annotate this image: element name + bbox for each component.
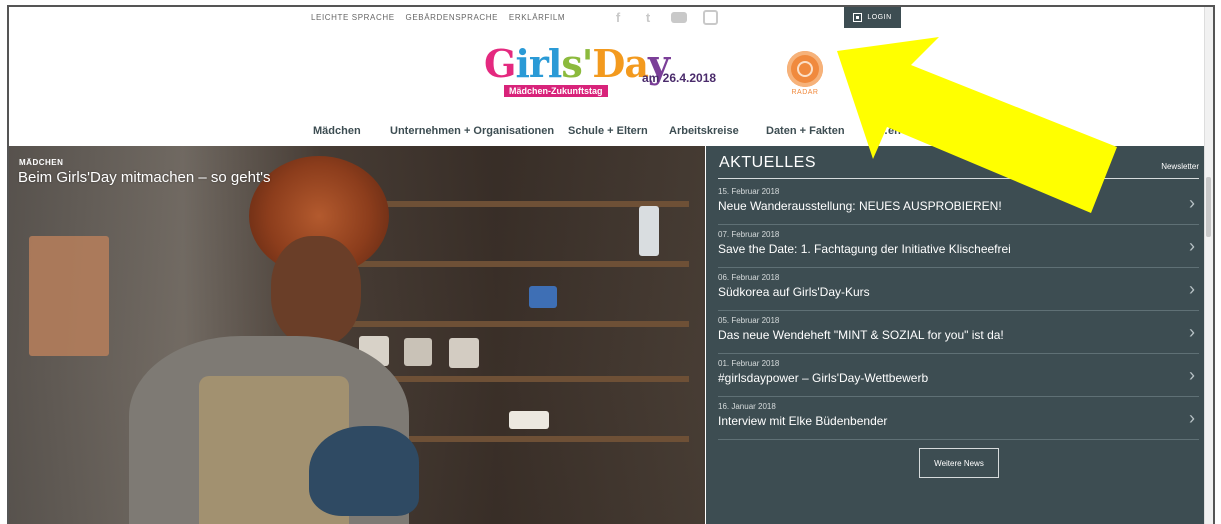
top-utility-bar: LEICHTE SPRACHE GEBÄRDENSPRACHE ERKLÄRFI… [9,7,1213,29]
chevron-right-icon: › [1189,279,1195,299]
chevron-right-icon: › [1189,236,1195,256]
facebook-icon[interactable]: f [611,10,625,25]
link-leichte-sprache[interactable]: LEICHTE SPRACHE [311,13,395,22]
nav-item-maedchen[interactable]: Mädchen [313,125,361,137]
news-item[interactable]: 05. Februar 2018 Das neue Wendeheft "MIN… [718,311,1199,354]
page-scrollbar[interactable] [1204,7,1213,524]
link-gebaerdensprache[interactable]: GEBÄRDENSPRACHE [406,13,499,22]
news-item[interactable]: 06. Februar 2018 Südkorea auf Girls'Day-… [718,268,1199,311]
news-item[interactable]: 07. Februar 2018 Save the Date: 1. Facht… [718,225,1199,268]
hero-category: MÄDCHEN [19,158,64,167]
twitter-icon[interactable]: t [641,10,655,25]
news-item[interactable]: 16. Januar 2018 Interview mit Elke Büden… [718,397,1199,440]
browser-viewport: LEICHTE SPRACHE GEBÄRDENSPRACHE ERKLÄRFI… [7,5,1215,524]
login-icon [853,13,863,22]
news-title: Das neue Wendeheft "MINT & SOZIAL for yo… [718,328,1004,342]
newsletter-link[interactable]: Newsletter [1161,162,1199,171]
nav-item-schule-eltern[interactable]: Schule + Eltern [568,125,648,137]
news-date: 01. Februar 2018 [718,359,780,368]
more-news-button[interactable]: Weitere News [919,448,999,478]
news-date: 07. Februar 2018 [718,230,780,239]
chevron-right-icon: › [1189,365,1195,385]
news-date: 05. Februar 2018 [718,316,780,325]
news-title: Südkorea auf Girls'Day-Kurs [718,285,870,299]
login-label: LOGIN [867,14,892,21]
link-erklaerfilm[interactable]: ERKLÄRFILM [509,13,565,22]
girls-day-logo[interactable]: Girls'Day Mädchen-Zukunftstag [484,41,670,99]
event-date: am 26.4.2018 [642,71,717,85]
instagram-icon[interactable] [703,10,718,25]
news-title: #girlsdaypower – Girls'Day-Wettbewerb [718,371,929,385]
news-heading: AKTUELLES [719,154,816,171]
news-date: 06. Februar 2018 [718,273,780,282]
chevron-right-icon: › [1189,193,1195,213]
news-item[interactable]: 01. Februar 2018 #girlsdaypower – Girls'… [718,354,1199,397]
nav-item-unternehmen[interactable]: Unternehmen + Organisationen [390,125,554,137]
youtube-icon[interactable] [671,12,687,23]
hero-title[interactable]: Beim Girls'Day mitmachen – so geht's [18,169,270,186]
chevron-right-icon: › [1189,408,1195,428]
annotation-arrow-icon [837,37,1117,213]
radar-link[interactable]: RADAR [785,51,825,101]
news-date: 16. Januar 2018 [718,402,776,411]
hero-teaser[interactable]: MÄDCHEN Beim Girls'Day mitmachen – so ge… [9,146,705,524]
login-button[interactable]: LOGIN [844,7,901,28]
nav-item-arbeitskreise[interactable]: Arbeitskreise [669,125,739,137]
news-title: Save the Date: 1. Fachtagung der Initiat… [718,242,1011,256]
social-links: f t [611,10,718,25]
radar-icon [787,51,823,87]
utility-links: LEICHTE SPRACHE GEBÄRDENSPRACHE ERKLÄRFI… [311,13,573,22]
scrollbar-thumb[interactable] [1206,177,1211,237]
radar-label: RADAR [791,89,819,96]
logo-subtitle: Mädchen-Zukunftstag [504,85,608,97]
news-date: 15. Februar 2018 [718,187,780,196]
news-title: Interview mit Elke Büdenbender [718,414,888,428]
chevron-right-icon: › [1189,322,1195,342]
